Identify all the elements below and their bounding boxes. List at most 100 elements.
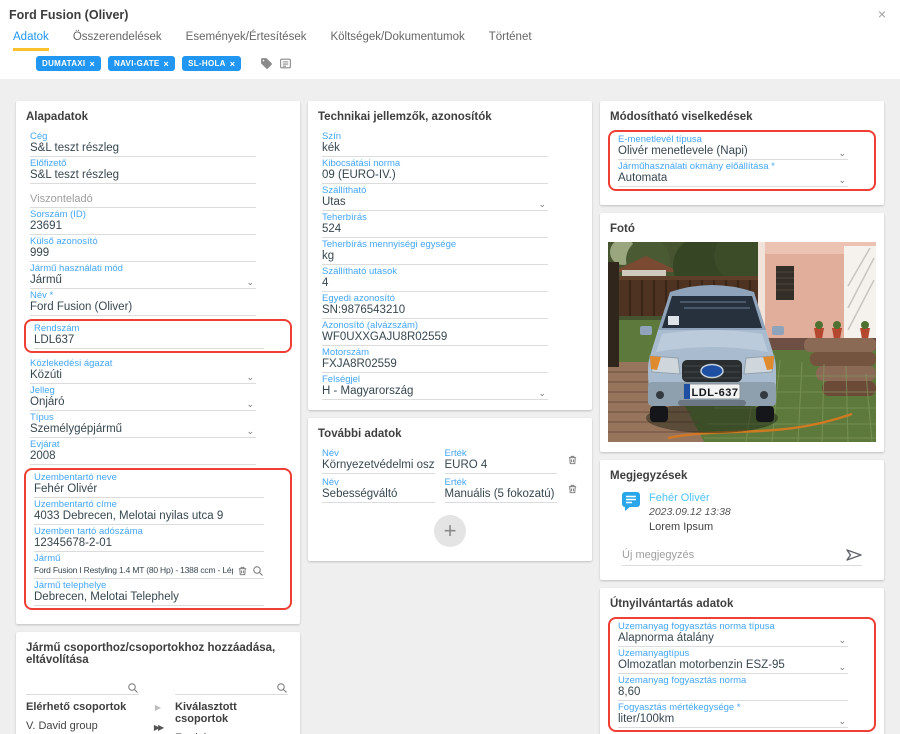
field-value[interactable]: Ford Fusion I Restyling 1.4 MT (80 Hp) -… (34, 564, 233, 577)
chevron-down-icon[interactable]: ⌄ (538, 389, 546, 397)
chevron-down-icon[interactable]: ⌄ (838, 176, 846, 184)
chevron-down-icon[interactable]: ⌄ (246, 373, 254, 381)
field-value[interactable]: 2008 (30, 450, 256, 463)
field-value[interactable]: S&L teszt részleg (30, 142, 256, 155)
tag-chip[interactable]: NAVI-GATE× (108, 56, 175, 71)
field-value[interactable]: 09 (EURO-IV.) (322, 169, 548, 182)
form-field: FelségjelH - Magyarország⌄ (322, 373, 548, 400)
chevron-down-icon[interactable]: ⌄ (838, 717, 846, 725)
move-all-right-icon[interactable]: ▶▶ (154, 723, 162, 732)
field-value[interactable]: Közúti (30, 369, 256, 382)
field-value[interactable]: Önjáró (30, 396, 256, 409)
field-value[interactable]: kék (322, 142, 548, 155)
field-value[interactable]: Ford Fusion (Oliver) (30, 301, 256, 314)
form-field: Üzemben tartó adószáma12345678-2-01 (34, 525, 264, 552)
chevron-down-icon[interactable]: ⌄ (246, 400, 254, 408)
chevron-down-icon[interactable]: ⌄ (838, 636, 846, 644)
remove-icon[interactable]: × (230, 60, 236, 68)
form-field: MotorszámFXJA8R02559 (322, 346, 548, 373)
behaviors-card: Módosítható viselkedések E-menetlevél tí… (600, 101, 884, 205)
field-label: Fogyasztás mértékegysége * (618, 703, 848, 713)
chevron-down-icon[interactable]: ⌄ (838, 149, 846, 157)
delete-icon[interactable] (567, 453, 578, 474)
close-icon[interactable]: × (878, 8, 886, 20)
form-field: Kibocsátási norma09 (EURO-IV.) (322, 157, 548, 184)
field-value[interactable]: 524 (322, 223, 548, 236)
field-value[interactable]: WF0UXXGAJU8R02559 (322, 331, 548, 344)
comment-icon (622, 492, 641, 533)
tab-bar: Adatok Összerendelések Események/Értesít… (0, 24, 900, 51)
tag-chip-label: SL-HOLA (188, 59, 226, 68)
tag-chip[interactable]: SL-HOLA × (182, 56, 241, 71)
tag-chip[interactable]: DUMATAXI× (36, 56, 101, 71)
move-right-icon[interactable]: ▶ (155, 703, 161, 712)
list-item[interactable]: Fordok (173, 727, 292, 734)
field-label: Üzemanyag fogyasztás norma (618, 676, 848, 686)
tab-osszerendelesek[interactable]: Összerendelések (73, 31, 162, 51)
search-icon[interactable] (252, 565, 264, 577)
field-placeholder[interactable]: Viszonteladó (30, 192, 256, 206)
field-value[interactable]: Jármű (30, 274, 256, 287)
available-groups-search[interactable] (26, 677, 139, 695)
field-value[interactable]: Környezetvédelmi osztály (322, 459, 435, 472)
field-value[interactable]: kg (322, 250, 548, 263)
annotation-box-behaviors: E-menetlevél típusaOlivér menetlevele (N… (608, 130, 876, 191)
vehicle-photo: LDL-637 (608, 242, 876, 442)
remove-icon[interactable]: × (89, 60, 95, 68)
field-value[interactable]: 12345678-2-01 (34, 537, 264, 550)
add-row-button[interactable]: + (434, 515, 466, 547)
field-value[interactable]: 4033 Debrecen, Melotai nyilas utca 9 (34, 510, 264, 523)
tag-icon[interactable] (260, 57, 273, 70)
form-field: Külső azonosító999 (30, 235, 256, 262)
tag-chip-row: DUMATAXI× NAVI-GATE× SL-HOLA × (0, 51, 900, 79)
field-value[interactable]: S&L teszt részleg (30, 169, 256, 182)
field-label: Sorszám (ID) (30, 210, 256, 220)
field-value[interactable]: Debrecen, Melotai Telephely (34, 591, 264, 604)
field-value[interactable]: 999 (30, 247, 256, 260)
field-label: Név (322, 478, 435, 488)
field-value[interactable]: liter/100km (618, 713, 848, 726)
form-field: Üzemanyag fogyasztás norma8,60 (618, 674, 848, 701)
field-value[interactable]: 8,60 (618, 686, 848, 699)
field-value[interactable]: Manuális (5 fokozatú) sebességv (445, 488, 558, 501)
chevron-down-icon[interactable]: ⌄ (838, 663, 846, 671)
delete-icon[interactable] (567, 482, 578, 503)
field-value[interactable]: Utas (322, 196, 548, 209)
field-value[interactable]: Ólmozatlan motorbenzin ESZ-95 (618, 659, 848, 672)
field-value[interactable]: SN:9876543210 (322, 304, 548, 317)
field-value[interactable]: Sebességváltó (322, 488, 435, 501)
field-value[interactable]: LDL637 (34, 334, 264, 347)
field-value[interactable]: Fehér Olivér (34, 483, 264, 496)
remove-icon[interactable]: × (164, 60, 170, 68)
tab-esemenyek[interactable]: Események/Értesítések (186, 31, 307, 51)
trash-icon[interactable] (237, 565, 248, 577)
field-value[interactable]: 4 (322, 277, 548, 290)
tab-adatok[interactable]: Adatok (13, 31, 49, 51)
field-label: Szín (322, 132, 548, 142)
tab-tortenet[interactable]: Történet (489, 31, 532, 51)
selected-groups-search[interactable] (175, 677, 288, 695)
tab-koltsegek[interactable]: Költségek/Dokumentumok (330, 31, 464, 51)
license-plate-text: LDL-637 (692, 387, 739, 399)
chevron-down-icon[interactable]: ⌄ (538, 200, 546, 208)
extra-data-row: Név Környezetvédelmi osztály Érték EURO … (322, 447, 578, 474)
tag-list-icon[interactable] (279, 57, 292, 70)
field-value[interactable]: Automata (618, 172, 848, 185)
form-field: JellegÖnjáró⌄ (30, 384, 256, 411)
field-value[interactable]: Személygépjármű (30, 423, 256, 436)
selected-groups-header: Kiválasztott csoportok (175, 701, 290, 725)
list-item[interactable]: V. David group (24, 715, 143, 734)
field-value[interactable]: EURO 4 (445, 459, 558, 472)
field-value[interactable]: H - Magyarország (322, 385, 548, 398)
send-icon[interactable] (846, 549, 862, 561)
new-comment-input[interactable]: Új megjegyzés (622, 549, 862, 566)
field-label: Üzembentartó címe (34, 500, 264, 510)
field-value[interactable]: Olivér menetlevele (Napi) (618, 145, 848, 158)
chevron-down-icon[interactable]: ⌄ (246, 427, 254, 435)
chevron-down-icon[interactable]: ⌄ (246, 278, 254, 286)
field-label: Név * (30, 291, 256, 301)
groups-card: Jármű csoporthoz/csoportokhoz hozzáadása… (16, 632, 300, 734)
field-value[interactable]: 23691 (30, 220, 256, 233)
field-value[interactable]: Alapnorma átalány (618, 632, 848, 645)
field-value[interactable]: FXJA8R02559 (322, 358, 548, 371)
